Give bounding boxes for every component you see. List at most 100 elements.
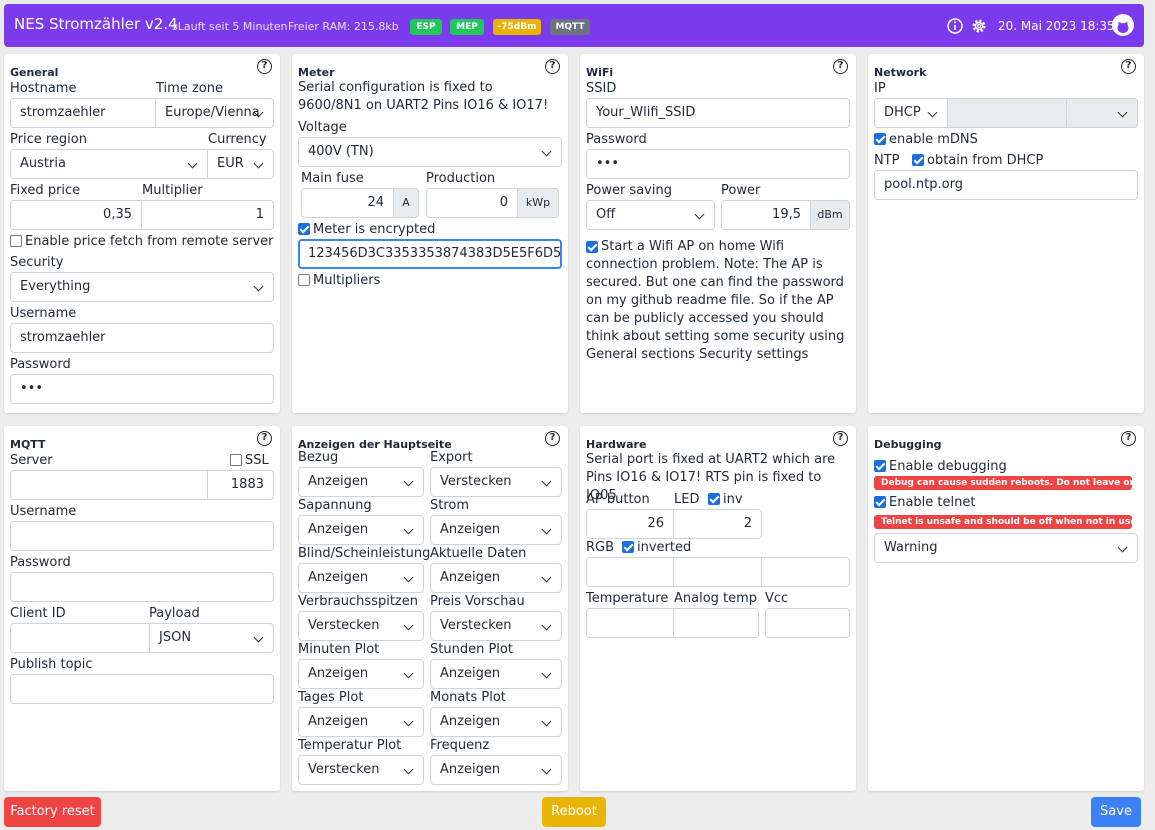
vcc-label: Vcc (765, 591, 789, 606)
username-input[interactable]: stromzaehler (10, 323, 274, 353)
info-icon[interactable] (946, 17, 964, 35)
ssid-input[interactable]: Your_Wlifi_SSID (586, 98, 850, 128)
display-blind-select[interactable]: Anzeigen (298, 563, 424, 593)
power-saving-label: Power saving (586, 183, 672, 198)
production-input[interactable]: 0 (426, 188, 518, 218)
meter-title: Meter (298, 66, 335, 79)
power-saving-select[interactable]: Off (586, 200, 715, 230)
mqtt-port-input[interactable]: 1883 (207, 470, 274, 500)
ap-button-input[interactable]: 26 (586, 509, 674, 539)
display-panel: Anzeigen der Hauptseite ? Bezug Anzeigen… (292, 426, 568, 791)
analog-temp-input[interactable] (673, 608, 759, 638)
gear-icon[interactable] (970, 17, 988, 35)
ip-address-input[interactable] (947, 98, 1067, 128)
debugging-title: Debugging (874, 438, 942, 451)
password-input[interactable]: ••• (10, 374, 274, 404)
help-icon[interactable]: ? (257, 431, 272, 446)
display-aktuelle-select[interactable]: Anzeigen (430, 563, 562, 593)
mqtt-server-input[interactable] (10, 470, 208, 500)
temperature-label: Temperature (586, 591, 669, 606)
display-export-label: Export (430, 450, 473, 465)
telnet-label: Enable telnet (889, 495, 976, 510)
esp-badge: ESP (410, 19, 442, 35)
debug-checkbox[interactable] (874, 460, 886, 472)
led-input[interactable]: 2 (673, 509, 762, 539)
temperature-input[interactable] (586, 608, 674, 638)
display-monats-select[interactable]: Anzeigen (430, 707, 562, 737)
timezone-select[interactable]: Europe/Vienna (155, 98, 274, 128)
mqtt-panel: MQTT ? Server SSL 1883 Username Password… (4, 426, 280, 791)
payload-label: Payload (149, 606, 200, 621)
multiplier-input[interactable]: 1 (141, 200, 274, 230)
rgb-blue-input[interactable] (761, 557, 850, 587)
telnet-warning: Telnet is unsafe and should be off when … (874, 515, 1136, 529)
rgb-inverted-checkbox[interactable] (622, 541, 634, 553)
display-export-select[interactable]: Verstecken (430, 467, 562, 497)
mqtt-password-input[interactable] (10, 572, 274, 602)
power-label: Power (721, 183, 761, 198)
encryption-key-input[interactable]: 123456D3C3353353874383D5E5F6D505043 (298, 239, 562, 269)
mqtt-title: MQTT (10, 438, 46, 451)
help-icon[interactable]: ? (545, 59, 560, 74)
wifi-password-input[interactable]: ••• (586, 149, 850, 179)
rgb-red-input[interactable] (586, 557, 674, 587)
subnet-select[interactable] (1066, 98, 1138, 128)
help-icon[interactable]: ? (257, 59, 272, 74)
help-icon[interactable]: ? (833, 431, 848, 446)
display-strom-select[interactable]: Anzeigen (430, 515, 562, 545)
telnet-checkbox[interactable] (874, 496, 886, 508)
display-minuten-select[interactable]: Anzeigen (298, 659, 424, 689)
remote-price-label: Enable price fetch from remote server (25, 234, 274, 249)
display-preis-select[interactable]: Verstecken (430, 611, 562, 641)
help-icon[interactable]: ? (545, 431, 560, 446)
vcc-input[interactable] (765, 608, 850, 638)
display-temperatur-select[interactable]: Verstecken (298, 755, 424, 785)
help-icon[interactable]: ? (1121, 59, 1136, 74)
encrypted-checkbox[interactable] (298, 223, 310, 235)
display-spitzen-select[interactable]: Verstecken (298, 611, 424, 641)
mqtt-username-input[interactable] (10, 521, 274, 551)
security-label: Security (10, 255, 64, 270)
voltage-select[interactable]: 400V (TN) (298, 137, 562, 167)
github-icon[interactable] (1111, 13, 1135, 37)
display-stunden-select[interactable]: Anzeigen (430, 659, 562, 689)
remote-price-checkbox[interactable] (10, 235, 22, 247)
display-bezug-select[interactable]: Anzeigen (298, 467, 424, 497)
payload-select[interactable]: JSON (149, 623, 274, 653)
security-select[interactable]: Everything (10, 272, 274, 302)
display-frequenz-select[interactable]: Anzeigen (430, 755, 562, 785)
debugging-panel: Debugging ? Enable debugging Debug can c… (868, 426, 1144, 791)
hardware-title: Hardware (586, 438, 647, 451)
ntp-server-input[interactable]: pool.ntp.org (874, 170, 1138, 200)
led-inv-checkbox[interactable] (708, 493, 720, 505)
display-frequenz-label: Frequenz (430, 738, 490, 753)
power-input[interactable]: 19,5 (721, 200, 811, 230)
ntp-dhcp-checkbox[interactable] (912, 154, 924, 166)
save-button[interactable]: Save (1091, 797, 1141, 827)
hostname-input[interactable]: stromzaehler (10, 98, 156, 128)
production-label: Production (426, 171, 496, 186)
power-unit: dBm (810, 200, 850, 230)
debug-level-select[interactable]: Warning (874, 533, 1138, 563)
help-icon[interactable]: ? (833, 59, 848, 74)
help-icon[interactable]: ? (1121, 431, 1136, 446)
timezone-label: Time zone (156, 81, 223, 96)
ip-mode-select[interactable]: DHCP (874, 98, 948, 128)
rgb-green-input[interactable] (673, 557, 762, 587)
hostname-label: Hostname (10, 81, 77, 96)
display-spannung-select[interactable]: Anzeigen (298, 515, 424, 545)
factory-reset-button[interactable]: Factory reset (4, 797, 101, 827)
multipliers-checkbox[interactable] (298, 274, 310, 286)
display-tages-select[interactable]: Anzeigen (298, 707, 424, 737)
publish-topic-input[interactable] (10, 674, 274, 704)
wifi-title: WiFi (586, 66, 614, 79)
mdns-checkbox[interactable] (874, 133, 886, 145)
price-region-select[interactable]: Austria (10, 149, 208, 179)
ssl-checkbox[interactable] (230, 454, 242, 466)
display-preis-label: Preis Vorschau (430, 594, 525, 609)
main-fuse-input[interactable]: 24 (301, 188, 394, 218)
reboot-button[interactable]: Reboot (542, 797, 606, 827)
currency-select[interactable]: EUR (207, 149, 274, 179)
client-id-input[interactable] (10, 623, 150, 653)
fixed-price-input[interactable]: 0,35 (10, 200, 142, 230)
